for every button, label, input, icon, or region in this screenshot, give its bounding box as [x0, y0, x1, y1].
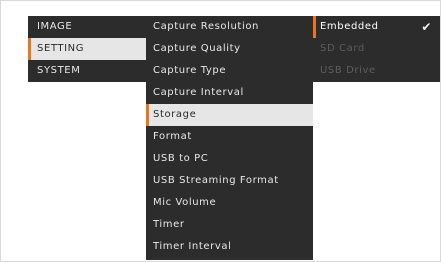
setting-item-timer[interactable]: Timer	[146, 214, 313, 236]
storage-option-label: Embedded	[320, 21, 379, 32]
setting-item-usb-streaming-format[interactable]: USB Streaming Format	[146, 170, 313, 192]
setting-item-storage[interactable]: Storage	[146, 104, 313, 126]
menu-item-setting[interactable]: SETTING	[28, 38, 146, 60]
setting-item-mic-volume[interactable]: Mic Volume	[146, 192, 313, 214]
storage-option-usb-drive: USB Drive	[320, 65, 376, 76]
setting-item-capture-resolution[interactable]: Capture Resolution	[146, 16, 313, 38]
storage-options-menu: Embedded ✔ SD Card USB Drive	[313, 16, 440, 82]
checkmark-icon: ✔	[421, 20, 432, 34]
main-menu: IMAGE SETTING SYSTEM	[28, 16, 146, 82]
setting-item-capture-interval[interactable]: Capture Interval	[146, 82, 313, 104]
storage-option-embedded[interactable]: Embedded ✔	[313, 16, 440, 38]
setting-item-capture-quality[interactable]: Capture Quality	[146, 38, 313, 60]
menu-item-image[interactable]: IMAGE	[28, 16, 146, 38]
storage-option-sd-card: SD Card	[320, 43, 365, 54]
setting-item-timer-interval[interactable]: Timer Interval	[146, 236, 313, 258]
menu-item-system[interactable]: SYSTEM	[28, 60, 146, 82]
setting-item-format[interactable]: Format	[146, 126, 313, 148]
setting-submenu: Capture Resolution Capture Quality Captu…	[146, 16, 313, 260]
setting-item-capture-type[interactable]: Capture Type	[146, 60, 313, 82]
setting-item-usb-to-pc[interactable]: USB to PC	[146, 148, 313, 170]
